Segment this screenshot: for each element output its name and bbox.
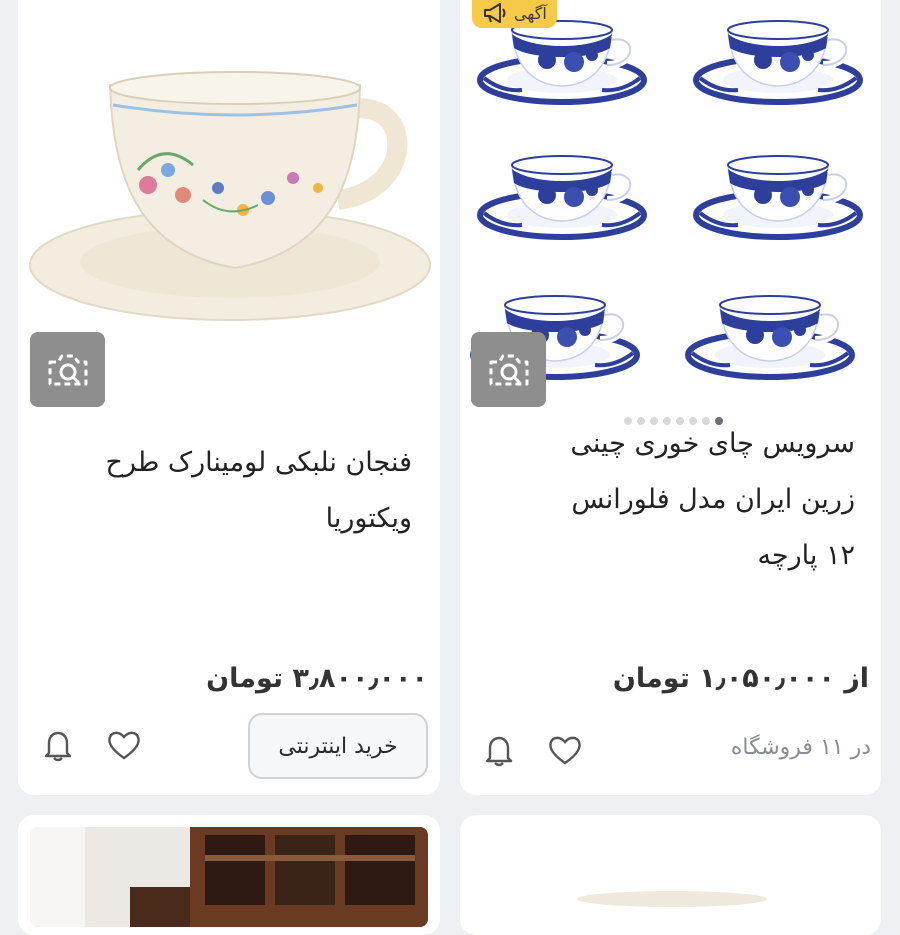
product-card-zarin-florence[interactable]: آگهی سرویس چای خوری چینی زرین ایران مدل … bbox=[460, 0, 881, 795]
store-count[interactable]: در ۱۱ فروشگاه bbox=[731, 735, 871, 760]
product-card-next-right[interactable] bbox=[460, 815, 881, 935]
ad-badge: آگهی bbox=[472, 0, 557, 28]
bell-icon bbox=[44, 731, 72, 762]
product-price: از ۱٫۰۵۰٫۰۰۰ تومان bbox=[612, 663, 869, 694]
cabinet-photo bbox=[30, 827, 428, 927]
title-line: ویکتوریا bbox=[325, 503, 412, 534]
title-line: فنجان نلبکی لومینارک طرح bbox=[105, 447, 412, 478]
product-image[interactable] bbox=[460, 815, 881, 915]
product-card-luminarc[interactable]: فنجان نلبکی لومینارک طرح ویکتوریا ۳٫۸۰۰٫… bbox=[18, 0, 440, 795]
camera-search-icon bbox=[489, 354, 528, 385]
heart-icon bbox=[549, 736, 581, 765]
product-title[interactable]: فنجان نلبکی لومینارک طرح ویکتوریا bbox=[32, 435, 412, 547]
bell-icon bbox=[485, 736, 513, 767]
product-title[interactable]: سرویس چای خوری چینی زرین ایران مدل فلورا… bbox=[465, 416, 855, 584]
title-line: زرین ایران مدل فلورانس bbox=[571, 484, 855, 515]
title-line: ۱۲ پارچه bbox=[757, 540, 855, 571]
buy-online-button[interactable]: خرید اینترنتی bbox=[248, 713, 428, 779]
product-image[interactable] bbox=[30, 827, 428, 927]
title-line: سرویس چای خوری چینی bbox=[570, 428, 855, 459]
favorite-button[interactable] bbox=[104, 725, 144, 765]
heart-icon bbox=[108, 731, 140, 760]
notify-button[interactable] bbox=[479, 730, 519, 770]
product-price: ۳٫۸۰۰٫۰۰۰ تومان bbox=[206, 663, 428, 694]
product-card-next-left[interactable] bbox=[18, 815, 440, 935]
camera-search-icon bbox=[48, 354, 87, 385]
visual-search-button[interactable] bbox=[471, 332, 546, 407]
ad-label: آگهی bbox=[514, 3, 547, 23]
favorite-button[interactable] bbox=[545, 730, 585, 770]
megaphone-icon bbox=[484, 3, 506, 23]
notify-button[interactable] bbox=[38, 725, 78, 765]
visual-search-button[interactable] bbox=[30, 332, 105, 407]
